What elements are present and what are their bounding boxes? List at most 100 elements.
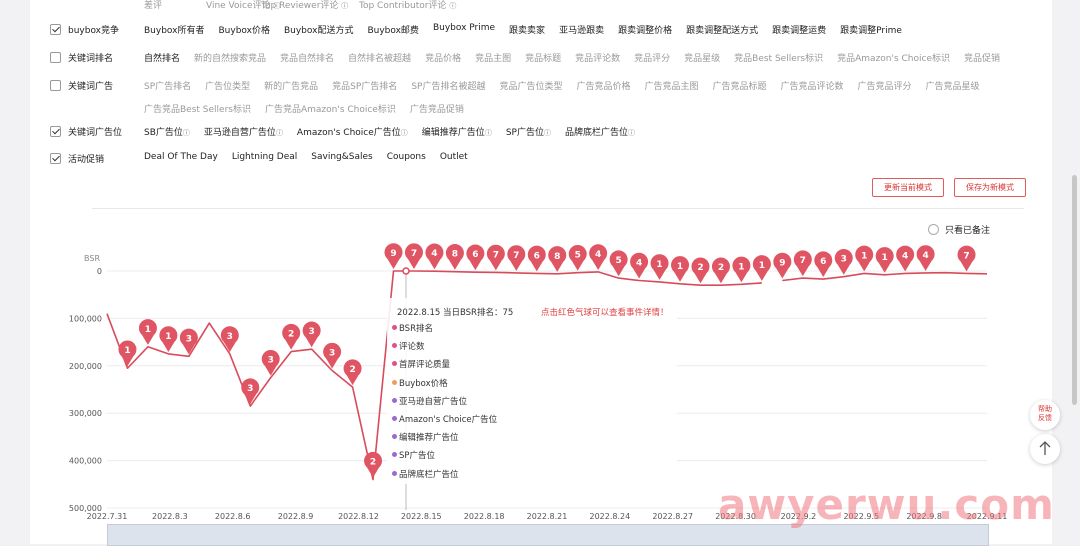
series-dot-icon	[392, 379, 397, 385]
balloon-count: 7	[493, 250, 499, 260]
tooltip-legend-item: 编辑推荐广告位	[392, 431, 459, 443]
balloon-count: 3	[227, 332, 233, 342]
balloon-count: 2	[370, 458, 376, 468]
chart-tooltip: 2022.8.15 当日BSR排名：75 点击红色气球可以查看事件详情！ BSR…	[387, 298, 677, 484]
x-tick-label: 2022.8.21	[527, 512, 568, 521]
event-balloon[interactable]: 4	[916, 245, 935, 271]
arrow-up-icon	[1039, 441, 1051, 455]
event-balloon[interactable]: 6	[527, 245, 546, 272]
balloon-count: 5	[615, 256, 621, 266]
event-balloon[interactable]: 7	[404, 243, 423, 270]
balloon-count: 7	[411, 249, 417, 259]
event-balloon[interactable]: 5	[609, 250, 628, 277]
event-balloon[interactable]: 1	[138, 319, 157, 345]
event-balloon[interactable]: 1	[752, 255, 771, 281]
event-balloon[interactable]: 1	[650, 254, 669, 280]
event-balloon[interactable]: 9	[384, 243, 403, 269]
y-tick-label: 100,000	[69, 314, 102, 323]
balloon-count: 1	[861, 251, 867, 261]
event-balloon[interactable]: 2	[711, 257, 730, 284]
back-to-top-button[interactable]	[1030, 434, 1060, 464]
balloon-count: 8	[452, 250, 458, 260]
series-dot-icon	[392, 397, 397, 403]
balloon-count: 2	[697, 263, 703, 273]
y-tick-label: 400,000	[69, 457, 102, 466]
event-balloon[interactable]: 8	[445, 244, 464, 270]
page-scrollbar[interactable]	[1072, 175, 1077, 405]
balloon-count: 7	[963, 251, 969, 261]
y-tick-label: 200,000	[69, 362, 102, 371]
balloon-count: 6	[820, 257, 826, 267]
event-balloon[interactable]: 1	[671, 256, 690, 282]
event-balloon[interactable]: 4	[425, 243, 444, 270]
series-dot-icon	[392, 325, 397, 330]
tooltip-legend-item: 亚马逊自营广告位	[392, 395, 467, 407]
event-balloon[interactable]: 1	[159, 326, 178, 352]
event-balloon[interactable]: 1	[732, 256, 751, 283]
balloon-count: 3	[329, 349, 335, 359]
balloon-count: 2	[718, 263, 724, 273]
balloon-count: 1	[656, 260, 662, 270]
balloon-count: 4	[431, 249, 437, 259]
event-balloon[interactable]: 3	[241, 378, 260, 405]
balloon-count: 4	[902, 251, 908, 261]
event-balloon[interactable]: 2	[282, 323, 301, 350]
event-balloon[interactable]: 3	[261, 349, 280, 376]
balloon-count: 9	[779, 258, 785, 268]
event-balloon[interactable]: 6	[466, 244, 485, 271]
event-balloon[interactable]: 6	[814, 251, 833, 278]
hover-point	[402, 267, 410, 275]
balloon-count: 5	[575, 251, 581, 261]
event-balloon[interactable]: 1	[855, 245, 874, 272]
balloon-count: 1	[882, 253, 888, 263]
x-tick-label: 2022.8.24	[589, 512, 630, 521]
balloon-count: 3	[309, 327, 315, 337]
balloon-count: 1	[165, 332, 171, 342]
y-tick-label: 300,000	[69, 409, 102, 418]
tooltip-legend-item: 品牌底栏广告位	[392, 468, 459, 480]
tooltip-legend-item: SP广告位	[392, 449, 435, 461]
help-feedback-button[interactable]: 帮助反馈	[1030, 400, 1060, 430]
balloon-count: 4	[922, 251, 928, 261]
balloon-count: 6	[472, 250, 478, 260]
balloon-count: 7	[513, 251, 519, 261]
event-balloon[interactable]: 9	[773, 252, 792, 279]
x-tick-label: 2022.8.12	[338, 512, 379, 521]
balloon-count: 3	[247, 384, 253, 394]
event-balloon[interactable]: 7	[793, 250, 812, 277]
tooltip-legend-item: Buybox价格	[392, 377, 448, 389]
x-tick-label: 2022.7.31	[87, 512, 128, 521]
event-balloon[interactable]: 7	[507, 245, 526, 271]
event-balloon[interactable]: 3	[220, 326, 239, 352]
series-dot-icon	[392, 416, 397, 421]
balloon-count: 4	[595, 250, 601, 260]
event-balloon[interactable]: 3	[179, 328, 198, 355]
event-balloon[interactable]: 5	[568, 244, 587, 271]
event-balloon[interactable]: 1	[875, 247, 894, 273]
tooltip-legend-item: BSR排名	[392, 322, 433, 334]
balloon-count: 4	[636, 258, 642, 268]
event-balloon[interactable]: 7	[486, 244, 505, 271]
x-tick-label: 2022.8.27	[652, 512, 693, 521]
series-dot-icon	[392, 343, 397, 349]
balloon-count: 3	[186, 334, 192, 344]
balloon-count: 1	[145, 325, 151, 335]
event-balloon[interactable]: 7	[957, 245, 976, 272]
event-balloon[interactable]: 4	[589, 244, 608, 270]
balloon-count: 1	[759, 261, 765, 271]
event-balloon[interactable]: 3	[302, 321, 321, 348]
event-balloon[interactable]: 8	[548, 246, 567, 272]
series-dot-icon	[392, 361, 397, 367]
y-tick-label: 0	[97, 267, 102, 276]
series-dot-icon	[392, 452, 397, 458]
balloon-count: 6	[534, 251, 540, 261]
event-balloon[interactable]: 4	[630, 252, 649, 279]
series-dot-icon	[392, 470, 397, 476]
balloon-count: 7	[800, 256, 806, 266]
event-balloon[interactable]: 2	[364, 451, 383, 478]
event-balloon[interactable]: 2	[691, 257, 710, 284]
tooltip-legend-item: 评论数	[392, 340, 425, 352]
balloon-count: 1	[124, 346, 130, 356]
balloon-count: 9	[390, 249, 396, 259]
event-balloon[interactable]: 4	[896, 245, 915, 272]
